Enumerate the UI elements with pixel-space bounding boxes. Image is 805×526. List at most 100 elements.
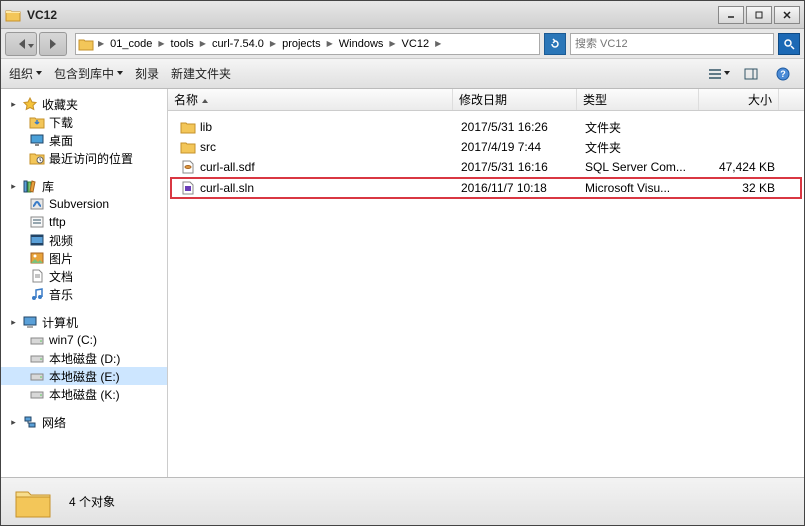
col-name-header[interactable]: 名称	[168, 89, 453, 110]
file-date: 2017/4/19 7:44	[455, 140, 579, 154]
chevron-down-icon	[117, 71, 123, 78]
search-button[interactable]	[778, 33, 800, 55]
folder-icon	[180, 140, 196, 154]
expand-icon: ▸	[9, 418, 18, 427]
computer-icon	[22, 315, 38, 329]
list-item[interactable]: src 2017/4/19 7:44文件夹	[170, 137, 802, 157]
col-type-header[interactable]: 类型	[577, 89, 699, 110]
maximize-button[interactable]	[746, 6, 772, 24]
preview-pane-button[interactable]	[738, 63, 764, 85]
back-button[interactable]	[5, 32, 37, 56]
network-icon	[22, 415, 38, 429]
video-icon	[29, 233, 45, 247]
list-item[interactable]: lib2017/5/31 16:26文件夹	[170, 117, 802, 137]
tree-drive-k[interactable]: 本地磁盘 (K:)	[1, 385, 167, 403]
folder-icon	[78, 37, 94, 51]
chevron-right-icon: ▶	[96, 39, 106, 48]
status-text: 4 个对象	[69, 493, 115, 510]
search-input[interactable]	[575, 38, 769, 50]
tree-documents[interactable]: 文档	[1, 267, 167, 285]
tree-pictures[interactable]: 图片	[1, 249, 167, 267]
recent-icon	[29, 151, 45, 165]
newfolder-button[interactable]: 新建文件夹	[171, 65, 231, 82]
download-icon	[29, 115, 45, 129]
tree-drive-c[interactable]: win7 (C:)	[1, 331, 167, 349]
folder-icon	[180, 120, 196, 134]
tree-videos[interactable]: 视频	[1, 231, 167, 249]
breadcrumb-item[interactable]: projects	[278, 34, 325, 54]
file-type: 文件夹	[579, 139, 701, 156]
view-mode-button[interactable]	[706, 63, 732, 85]
tree-drive-e[interactable]: 本地磁盘 (E:)	[1, 367, 167, 385]
breadcrumb-item[interactable]: tools	[167, 34, 198, 54]
tree-downloads[interactable]: 下载	[1, 113, 167, 131]
minimize-button[interactable]	[718, 6, 744, 24]
file-date: 2016/11/7 10:18	[455, 181, 579, 195]
expand-icon: ▸	[9, 182, 18, 191]
organize-menu[interactable]: 组织	[9, 65, 42, 82]
sln-icon	[180, 181, 196, 195]
help-button[interactable]: ?	[770, 63, 796, 85]
music-icon	[29, 287, 45, 301]
burn-button[interactable]: 刻录	[135, 65, 159, 82]
tree-subversion[interactable]: Subversion	[1, 195, 167, 213]
drive-icon	[29, 387, 45, 401]
list-header: 名称 修改日期 类型 大小	[168, 89, 804, 111]
file-name: src	[200, 140, 216, 154]
tree-music[interactable]: 音乐	[1, 285, 167, 303]
list-item[interactable]: curl-all.sln 2016/11/7 10:18Microsoft Vis…	[170, 177, 802, 199]
library-icon	[22, 179, 38, 193]
tree-libraries[interactable]: ▸库	[1, 177, 167, 195]
tftp-icon	[29, 215, 45, 229]
col-size-header[interactable]: 大小	[699, 89, 779, 110]
picture-icon	[29, 251, 45, 265]
file-date: 2017/5/31 16:16	[455, 160, 579, 174]
sdf-icon	[180, 160, 196, 174]
breadcrumb-item[interactable]: Windows	[335, 34, 388, 54]
expand-icon: ▸	[9, 318, 18, 327]
breadcrumb-item[interactable]: curl-7.54.0	[208, 34, 268, 54]
tree-recent[interactable]: 最近访问的位置	[1, 149, 167, 167]
forward-button[interactable]	[39, 32, 67, 56]
window-title: VC12	[27, 8, 718, 22]
navigation-tree[interactable]: ▸收藏夹 下载 桌面 最近访问的位置 ▸库 Subversion tftp 视频…	[1, 89, 168, 477]
breadcrumb[interactable]: ▶ 01_code▶ tools▶ curl-7.54.0▶ projects▶…	[75, 33, 540, 55]
tree-desktop[interactable]: 桌面	[1, 131, 167, 149]
address-bar: ▶ 01_code▶ tools▶ curl-7.54.0▶ projects▶…	[1, 29, 804, 59]
toolbar: 组织 包含到库中 刻录 新建文件夹 ?	[1, 59, 804, 89]
titlebar: VC12	[1, 1, 804, 29]
col-date-header[interactable]: 修改日期	[453, 89, 577, 110]
tree-drive-d[interactable]: 本地磁盘 (D:)	[1, 349, 167, 367]
svg-text:?: ?	[780, 69, 786, 79]
close-button[interactable]	[774, 6, 800, 24]
drive-icon	[29, 333, 45, 347]
star-icon	[22, 97, 38, 111]
file-name: curl-all.sln	[200, 181, 254, 195]
file-size: 47,424 KB	[701, 160, 781, 174]
list-body[interactable]: lib2017/5/31 16:26文件夹 src 2017/4/19 7:44文件…	[168, 111, 804, 477]
chevron-down-icon	[36, 71, 42, 78]
sort-asc-icon	[202, 96, 208, 103]
tree-network[interactable]: ▸网络	[1, 413, 167, 431]
folder-icon	[13, 484, 53, 520]
drive-icon	[29, 351, 45, 365]
breadcrumb-item[interactable]: VC12	[398, 34, 434, 54]
breadcrumb-item[interactable]: 01_code	[106, 34, 156, 54]
desktop-icon	[29, 133, 45, 147]
doc-icon	[29, 269, 45, 283]
file-list: 名称 修改日期 类型 大小 lib2017/5/31 16:26文件夹 src 20…	[168, 89, 804, 477]
tree-computer[interactable]: ▸计算机	[1, 313, 167, 331]
svn-icon	[29, 197, 45, 211]
search-box[interactable]	[570, 33, 774, 55]
tree-favorites[interactable]: ▸收藏夹	[1, 95, 167, 113]
tree-tftp[interactable]: tftp	[1, 213, 167, 231]
refresh-button[interactable]	[544, 33, 566, 55]
file-type: 文件夹	[579, 119, 701, 136]
file-type: Microsoft Visu...	[579, 181, 701, 195]
chevron-down-icon	[724, 71, 730, 78]
include-menu[interactable]: 包含到库中	[54, 65, 123, 82]
file-date: 2017/5/31 16:26	[455, 120, 579, 134]
file-size: 32 KB	[701, 181, 781, 195]
expand-icon: ▸	[9, 100, 18, 109]
list-item[interactable]: curl-all.sdf2017/5/31 16:16SQL Server Co…	[170, 157, 802, 177]
